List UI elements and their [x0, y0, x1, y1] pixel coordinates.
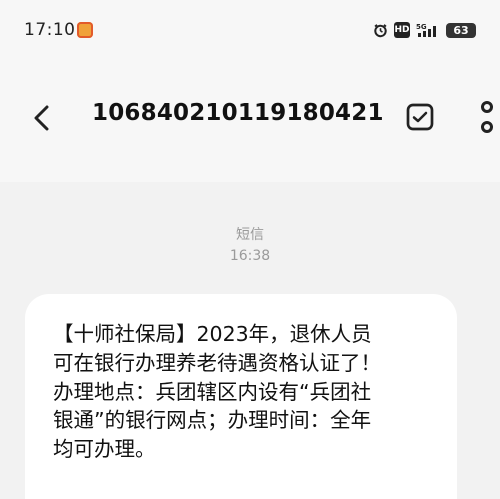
signal-icon: 5G [416, 22, 440, 38]
hd-icon: HD [394, 22, 410, 38]
message-text: 【十师社保局】2023年，退休人员 可在银行办理养老待遇资格认证了！ 办理地点：… [53, 322, 381, 462]
status-bar: 17:10 HD 5G 63 [0, 0, 500, 62]
back-arrow-icon [34, 105, 49, 131]
message-type-label: 短信 [236, 227, 264, 243]
message-bubble[interactable]: 【十师社保局】2023年，退休人员 可在银行办理养老待遇资格认证了！ 办理地点：… [25, 294, 457, 499]
network-label: 5G [416, 23, 427, 31]
notification-app-icon [77, 22, 93, 38]
status-time: 17:10 [24, 20, 76, 40]
alarm-icon [373, 23, 388, 38]
conversation-header: 106840210119180421 [0, 62, 500, 182]
select-check-icon [406, 103, 434, 131]
message-thread: 短信 16:38 【十师社保局】2023年，退休人员 可在银行办理养老待遇资格认… [0, 182, 500, 499]
battery-icon: 63 [446, 22, 476, 38]
back-button[interactable] [27, 101, 55, 135]
more-options-button[interactable] [476, 96, 498, 138]
more-vertical-icon [481, 101, 493, 133]
select-button[interactable] [401, 98, 439, 136]
sender-number-title: 106840210119180421 [92, 100, 384, 126]
status-icons: HD 5G 63 [373, 19, 476, 41]
message-timestamp: 16:38 [229, 248, 271, 264]
